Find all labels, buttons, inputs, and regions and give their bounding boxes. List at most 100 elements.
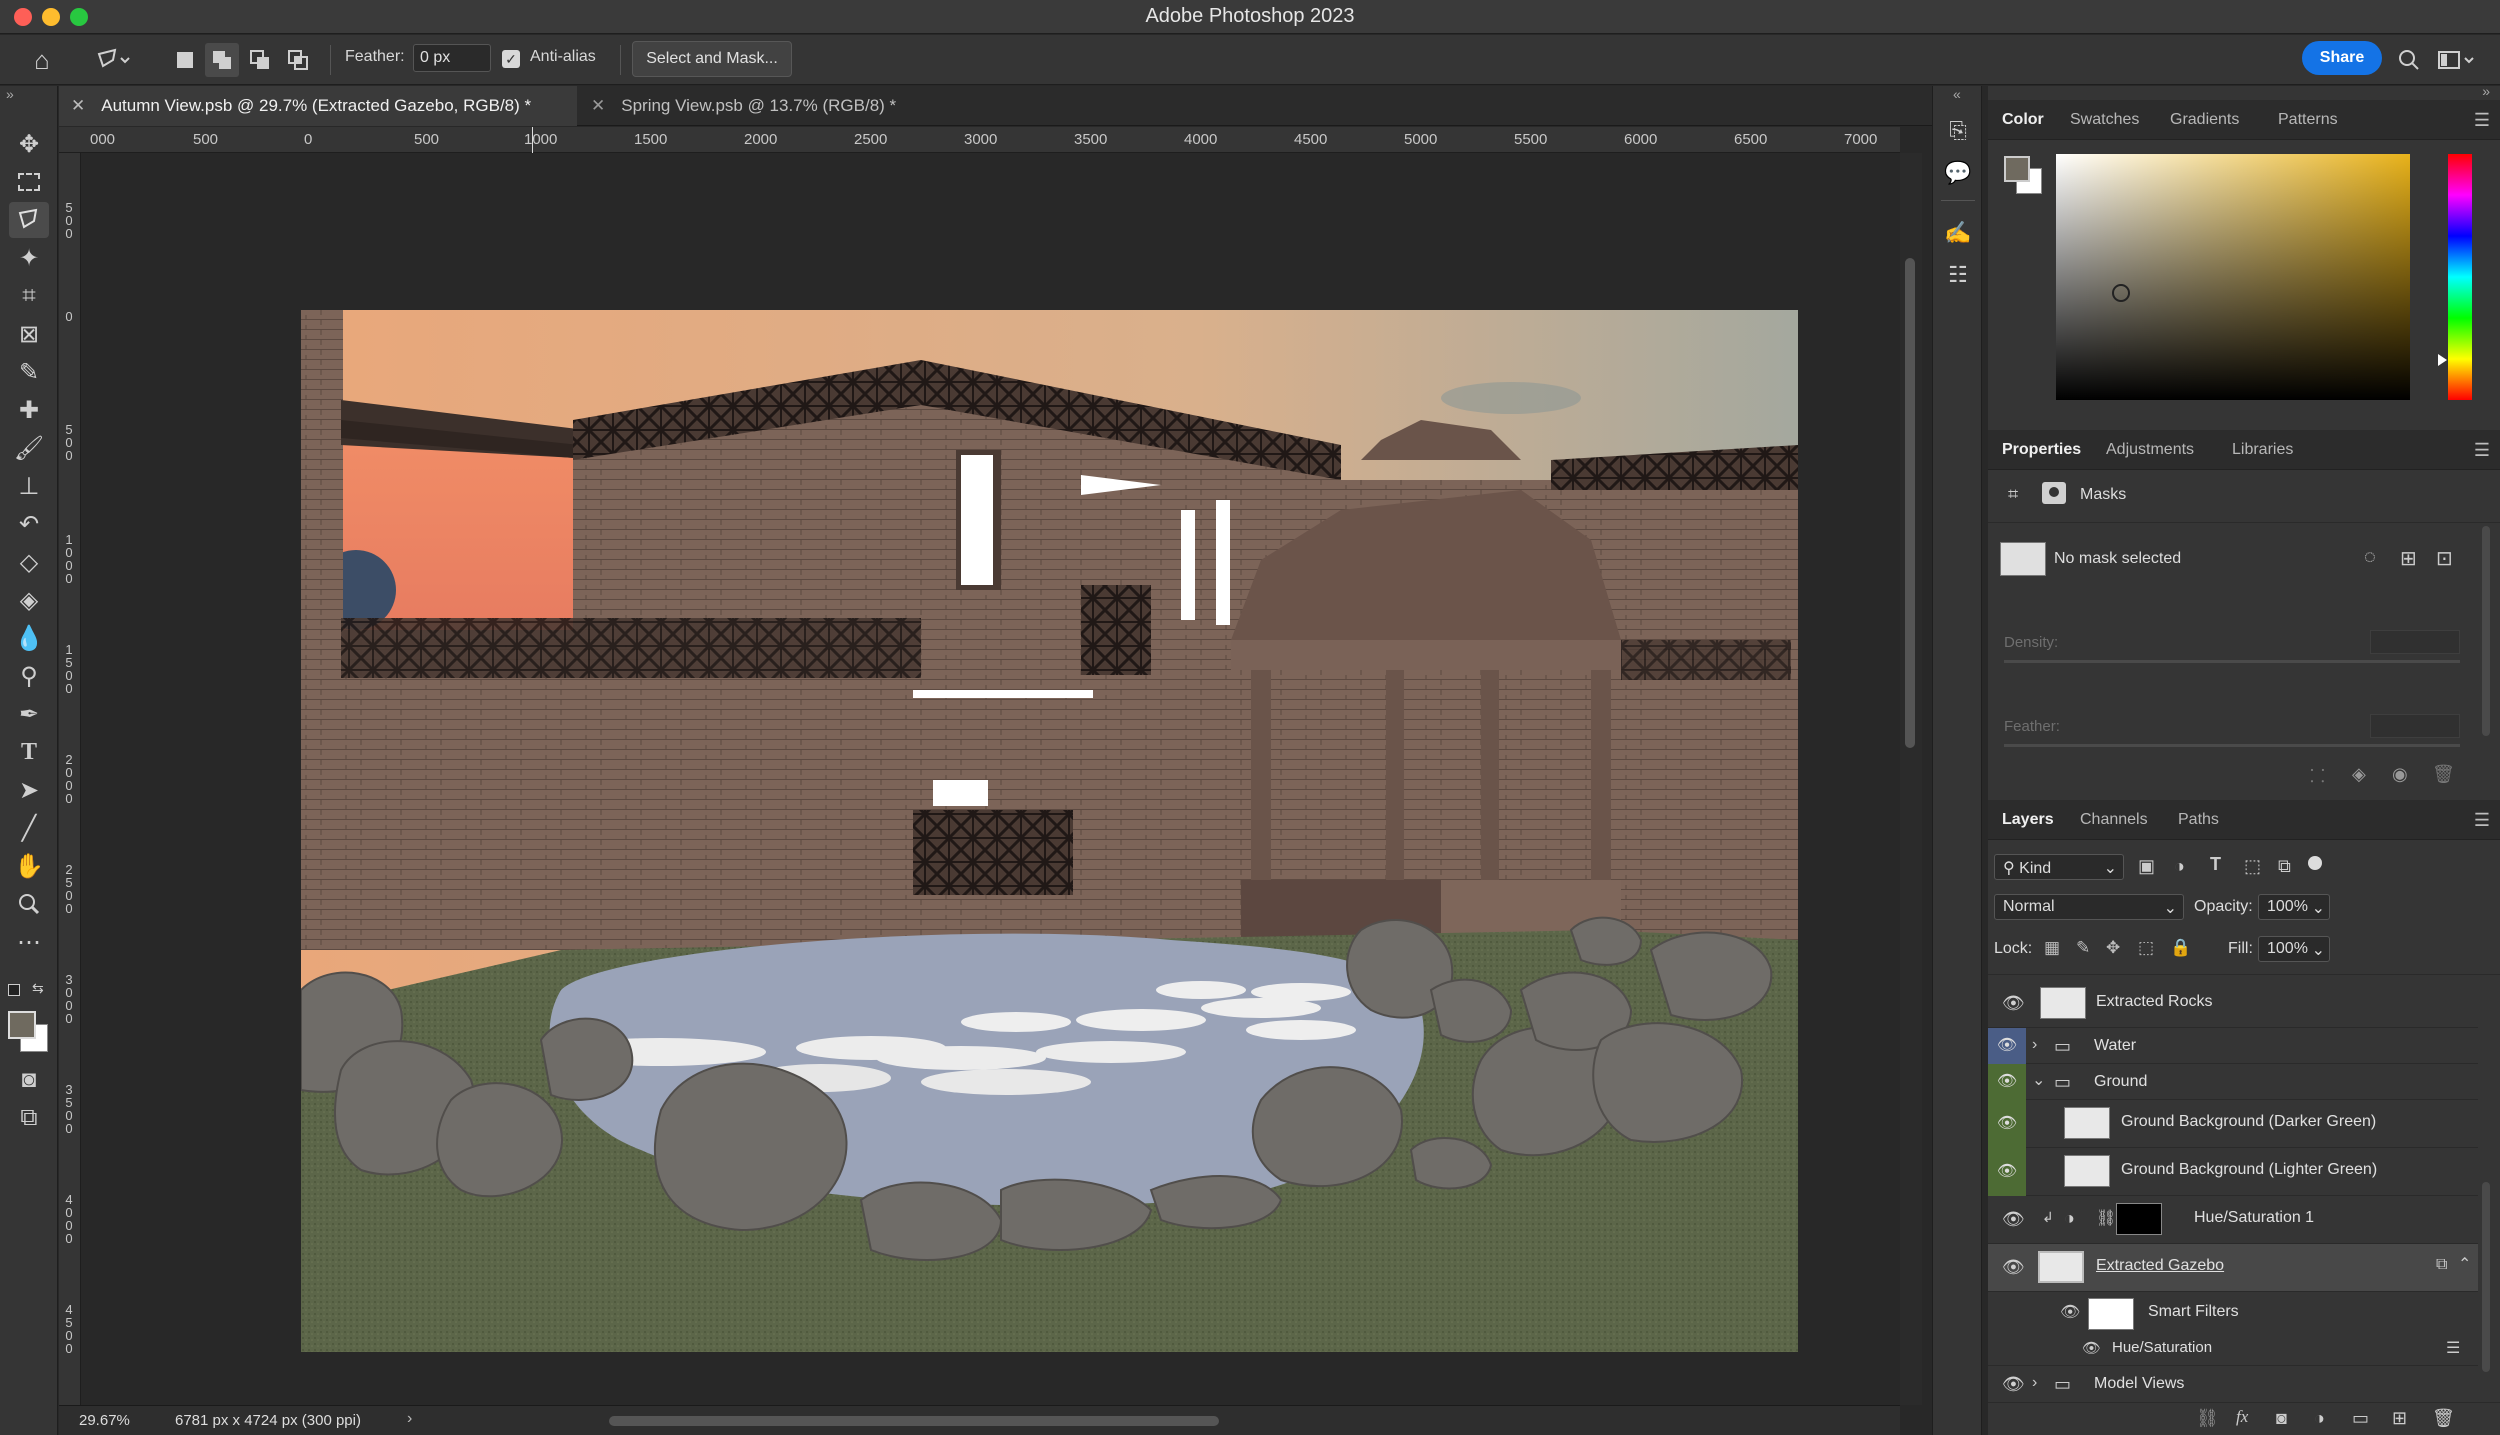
quick-mask-icon[interactable]: ◙ <box>9 1062 49 1098</box>
add-pixel-mask-icon[interactable]: ⊞ <box>2400 546 2417 571</box>
vertical-scroll-thumb[interactable] <box>1905 258 1915 748</box>
visibility-eye-icon[interactable]: 👁 <box>2002 993 2025 1013</box>
add-vector-mask-icon[interactable]: ⊡ <box>2436 546 2453 571</box>
document-image[interactable] <box>301 310 1798 1352</box>
filter-pixel-icon[interactable]: ▣ <box>2138 856 2155 877</box>
visibility-eye-icon[interactable]: 👁 <box>2060 1302 2080 1322</box>
blur-tool-icon[interactable]: 💧 <box>9 620 49 656</box>
layer-style-icon[interactable]: fx <box>2236 1407 2248 1427</box>
tab-color[interactable]: Color <box>2002 100 2044 140</box>
visibility-eye-icon[interactable]: 👁 <box>1988 1064 2026 1100</box>
new-group-icon[interactable]: ▭ <box>2352 1408 2369 1429</box>
default-colors-icon[interactable] <box>8 984 20 996</box>
layer-row-smart-filters[interactable]: 👁 Smart Filters <box>1988 1292 2478 1332</box>
tab-spring-view[interactable]: ✕ Spring View.psb @ 13.7% (RGB/8) * <box>579 86 999 126</box>
delete-layer-icon[interactable]: 🗑 <box>2432 1408 2455 1429</box>
smart-filter-options-icon[interactable]: ⧉ <box>2436 1256 2447 1274</box>
workspace-icon[interactable] <box>2432 43 2482 77</box>
visibility-eye-icon[interactable]: 👁 <box>1988 1028 2026 1064</box>
visibility-eye-icon[interactable]: 👁 <box>2002 1257 2025 1277</box>
vertical-ruler[interactable]: 500 0 500 1000 1500 2000 2500 3000 3500 … <box>59 153 81 1405</box>
fill-input[interactable]: 100% ⌄ <box>2258 936 2330 962</box>
adjustments-panel-icon[interactable]: ☷ <box>1943 260 1973 290</box>
pen-tool-icon[interactable]: ✒ <box>9 696 49 732</box>
color-picker-marker[interactable] <box>2112 284 2130 302</box>
link-icon[interactable]: ⛓ <box>2096 1208 2116 1228</box>
filter-smart-object-icon[interactable]: ⧉ <box>2278 856 2291 877</box>
lock-position-icon[interactable]: ✥ <box>2106 938 2120 958</box>
zoom-tool-icon[interactable] <box>9 886 49 922</box>
collapse-panels-icon[interactable]: « <box>1953 86 1961 102</box>
layer-name[interactable]: Ground <box>2094 1073 2147 1091</box>
new-layer-icon[interactable]: ⊞ <box>2392 1408 2407 1429</box>
layer-row-ground[interactable]: 👁 ⌄ ▭ Ground <box>1988 1064 2478 1100</box>
brush-settings-panel-icon[interactable]: ✍ <box>1943 218 1973 248</box>
tab-libraries[interactable]: Libraries <box>2232 430 2293 470</box>
paint-bucket-tool-icon[interactable]: ◈ <box>9 582 49 618</box>
frame-tool-icon[interactable]: ⊠ <box>9 316 49 352</box>
tab-adjustments[interactable]: Adjustments <box>2106 430 2194 470</box>
select-mask-icon[interactable]: ◌ <box>2364 546 2376 569</box>
type-tool-icon[interactable]: T <box>9 734 49 770</box>
healing-brush-tool-icon[interactable]: ✚ <box>9 392 49 428</box>
marquee-tool-icon[interactable] <box>9 164 49 200</box>
filter-mask-thumbnail[interactable] <box>2088 1298 2134 1330</box>
chevron-right-icon[interactable]: › <box>2032 1036 2037 1054</box>
color-fg-swatch[interactable] <box>2004 156 2030 182</box>
home-icon[interactable]: ⌂ <box>22 43 62 77</box>
move-tool-icon[interactable]: ✥ <box>9 126 49 162</box>
more-tools-icon[interactable]: ⋯ <box>9 924 49 960</box>
lock-image-icon[interactable]: ✎ <box>2076 938 2090 958</box>
tab-swatches[interactable]: Swatches <box>2070 100 2139 140</box>
layer-row-hue-saturation-filter[interactable]: 👁 Hue/Saturation ☰ <box>1988 1332 2478 1366</box>
add-mask-icon[interactable]: ◙ <box>2276 1408 2287 1429</box>
link-layers-icon[interactable]: ⛓ <box>2196 1408 2219 1429</box>
lock-artboard-icon[interactable]: ⬚ <box>2138 938 2154 958</box>
chevron-down-icon[interactable]: ⌄ <box>2032 1070 2045 1090</box>
color-field[interactable] <box>2056 154 2410 400</box>
layer-name[interactable]: Extracted Rocks <box>2096 993 2212 1011</box>
visibility-eye-icon[interactable]: 👁 <box>1988 1148 2026 1196</box>
path-selection-tool-icon[interactable]: ➤ <box>9 772 49 808</box>
add-to-selection-icon[interactable] <box>205 43 239 77</box>
layer-row-water[interactable]: 👁 › ▭ Water <box>1988 1028 2478 1064</box>
document-info[interactable]: 6781 px x 4724 px (300 ppi) <box>175 1412 361 1429</box>
new-selection-icon[interactable] <box>170 45 200 75</box>
mask-type-icon[interactable] <box>2042 482 2066 504</box>
blend-mode-select[interactable]: Normal ⌄ <box>1994 894 2184 920</box>
layer-row-extracted-rocks[interactable]: 👁 Extracted Rocks <box>1988 980 2478 1028</box>
panel-menu-icon[interactable]: ☰ <box>2474 810 2490 831</box>
history-panel-icon[interactable]: ⎘ <box>1943 116 1973 146</box>
tab-paths[interactable]: Paths <box>2178 800 2219 840</box>
filter-shape-icon[interactable]: ⬚ <box>2244 856 2261 877</box>
magic-wand-tool-icon[interactable]: ✦ <box>9 240 49 276</box>
select-and-mask-button[interactable]: Select and Mask... <box>632 41 792 77</box>
layer-row-extracted-gazebo[interactable]: 👁 Extracted Gazebo ⧉ ⌃ <box>1988 1244 2478 1292</box>
swap-colors-icon[interactable]: ⇆ <box>32 980 44 997</box>
tab-layers[interactable]: Layers <box>2002 800 2054 840</box>
clone-stamp-tool-icon[interactable]: ⊥ <box>9 468 49 504</box>
tab-autumn-view[interactable]: ✕ Autumn View.psb @ 29.7% (Extracted Gaz… <box>59 86 577 126</box>
canvas-area[interactable] <box>81 153 1900 1405</box>
panel-menu-icon[interactable]: ☰ <box>2474 440 2490 461</box>
share-button[interactable]: Share <box>2302 41 2382 75</box>
chevron-right-icon[interactable]: › <box>2032 1374 2037 1392</box>
lasso-tool-preset-icon[interactable] <box>85 43 141 77</box>
layer-row-ground-darker[interactable]: 👁 Ground Background (Darker Green) <box>1988 1100 2478 1148</box>
layer-name[interactable]: Ground Background (Darker Green) <box>2121 1113 2376 1131</box>
visibility-eye-icon[interactable]: 👁 <box>2002 1374 2025 1394</box>
layer-row-ground-lighter[interactable]: 👁 Ground Background (Lighter Green) <box>1988 1148 2478 1196</box>
layer-name[interactable]: Smart Filters <box>2148 1303 2239 1321</box>
layer-name[interactable]: Extracted Gazebo <box>2096 1257 2224 1275</box>
layer-mask-thumbnail[interactable] <box>2116 1203 2162 1235</box>
eyedropper-tool-icon[interactable]: ✎ <box>9 354 49 390</box>
visibility-eye-icon[interactable]: 👁 <box>1988 1100 2026 1148</box>
layer-name[interactable]: Model Views <box>2094 1375 2184 1393</box>
antialias-checkbox[interactable]: ✓ <box>502 50 520 68</box>
feather-input[interactable] <box>413 44 491 72</box>
brush-tool-icon[interactable]: 🖌 <box>9 430 49 466</box>
tab-properties[interactable]: Properties <box>2002 430 2081 470</box>
search-icon[interactable] <box>2392 43 2426 77</box>
new-adjustment-layer-icon[interactable]: ◑ <box>2314 1408 2325 1429</box>
foreground-color-swatch[interactable] <box>8 1011 36 1039</box>
